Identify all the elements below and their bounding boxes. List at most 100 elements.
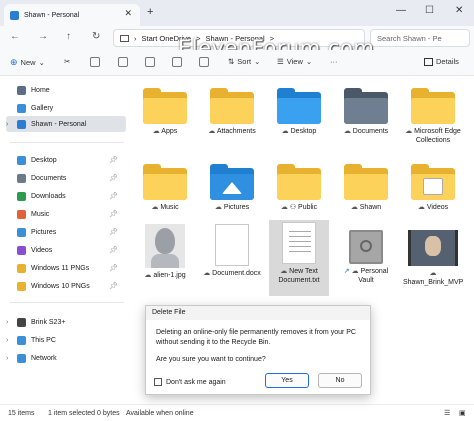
folder-apps[interactable]: ☁ Apps bbox=[135, 84, 195, 136]
sidebar-item-desktop[interactable]: Desktop 📌︎ bbox=[6, 152, 126, 168]
new-tab-button[interactable]: + bbox=[147, 6, 153, 18]
refresh-icon[interactable]: ↻ bbox=[92, 31, 100, 42]
checkbox-box[interactable] bbox=[154, 378, 162, 386]
item-label: Music bbox=[160, 204, 179, 211]
view-label: View bbox=[286, 57, 303, 66]
file-document-docx[interactable]: ☁ Document.docx bbox=[202, 222, 262, 278]
sidebar-item-network[interactable]: › Network bbox=[6, 350, 126, 366]
desktop-folder-icon bbox=[277, 88, 321, 124]
paste-icon[interactable] bbox=[118, 57, 128, 67]
cloud-icon: ☁ bbox=[350, 204, 358, 211]
sidebar-item-label: This PC bbox=[31, 336, 56, 344]
maximize-button[interactable]: ☐ bbox=[425, 5, 434, 16]
sidebar-item-this-pc[interactable]: › This PC bbox=[6, 332, 126, 348]
sidebar-item-gallery[interactable]: Gallery bbox=[6, 100, 126, 116]
document-icon bbox=[215, 224, 249, 266]
folder-documents[interactable]: ☁ Documents bbox=[336, 84, 396, 136]
new-button[interactable]: ⊕ New ⌄ bbox=[10, 57, 45, 68]
sort-label: Sort bbox=[237, 57, 252, 66]
cloud-icon: ☁ bbox=[343, 128, 351, 135]
folder-shawn[interactable]: ☁ Shawn bbox=[336, 160, 396, 212]
folder-icon bbox=[143, 164, 187, 200]
file-shawn-brink-mvp[interactable]: ☁ Shawn_Brink_MVP bbox=[403, 222, 463, 287]
pin-icon: 📌︎ bbox=[109, 211, 118, 218]
cloud-icon: ☁ bbox=[429, 270, 437, 277]
video-thumbnail bbox=[408, 230, 458, 266]
sidebar-item-home[interactable]: Home bbox=[6, 82, 126, 98]
sort-button[interactable]: ⇅ Sort ⌄ bbox=[228, 57, 260, 66]
rename-icon[interactable] bbox=[145, 57, 155, 67]
copy-icon[interactable] bbox=[90, 57, 100, 67]
view-icon: ☰ bbox=[277, 57, 284, 66]
documents-folder-icon bbox=[344, 88, 388, 124]
folder-attachments[interactable]: ☁ Attachments bbox=[202, 84, 262, 136]
videos-folder-icon bbox=[411, 164, 455, 200]
personal-vault[interactable]: ↗ ☁ Personal Vault bbox=[336, 222, 396, 285]
folder-music[interactable]: ☁ Music bbox=[135, 160, 195, 212]
yes-button[interactable]: Yes bbox=[265, 373, 309, 388]
search-input[interactable]: Search Shawn - Pe bbox=[370, 29, 470, 47]
item-label: Attachments bbox=[216, 128, 256, 135]
item-label: Shawn bbox=[359, 204, 382, 211]
sidebar-item-videos[interactable]: Videos 📌︎ bbox=[6, 242, 126, 258]
back-arrow-icon[interactable]: ← bbox=[10, 31, 20, 42]
sidebar-item-documents[interactable]: Documents 📌︎ bbox=[6, 170, 126, 186]
chevron-down-icon: ⌄ bbox=[254, 57, 261, 66]
downloads-icon bbox=[17, 191, 26, 201]
folder-pictures[interactable]: ☁ Pictures bbox=[202, 160, 262, 212]
sidebar-item-brink-s23[interactable]: › Brink S23+ bbox=[6, 314, 126, 330]
sidebar-item-shawn-personal[interactable]: › Shawn - Personal bbox=[6, 116, 126, 132]
sidebar-item-music[interactable]: Music 📌︎ bbox=[6, 206, 126, 222]
close-button[interactable]: ✕ bbox=[455, 5, 463, 16]
up-arrow-icon[interactable]: ↑ bbox=[66, 31, 71, 42]
network-icon bbox=[17, 353, 26, 363]
no-button[interactable]: No bbox=[318, 373, 362, 388]
details-button[interactable]: Details bbox=[424, 57, 459, 66]
details-view-icon[interactable]: ☰ bbox=[444, 409, 450, 417]
chevron-right-icon[interactable]: › bbox=[6, 121, 14, 128]
chevron-right-icon[interactable]: › bbox=[6, 337, 14, 344]
tab-close-icon[interactable]: ✕ bbox=[124, 8, 132, 19]
cloud-icon: ☁ bbox=[208, 128, 216, 135]
more-options-button[interactable]: ··· bbox=[330, 57, 338, 66]
sidebar-item-label: Gallery bbox=[31, 104, 54, 112]
dont-ask-checkbox[interactable]: Don't ask me again bbox=[154, 378, 226, 386]
folder-videos[interactable]: ☁ Videos bbox=[403, 160, 463, 212]
sidebar-item-pictures[interactable]: Pictures 📌︎ bbox=[6, 224, 126, 240]
sidebar-item-windows-10-pngs[interactable]: Windows 10 PNGs 📌︎ bbox=[6, 278, 126, 294]
folder-icon bbox=[143, 88, 187, 124]
folder-desktop[interactable]: ☁ Desktop bbox=[269, 84, 329, 136]
item-label: Videos bbox=[426, 204, 449, 211]
item-label: Apps bbox=[161, 128, 178, 135]
file-new-text-document-txt[interactable]: ☁ New Text Document.txt bbox=[269, 220, 329, 296]
forward-arrow-icon[interactable]: → bbox=[38, 31, 48, 42]
status-bar: 15 items 1 item selected 0 bytes Availab… bbox=[0, 404, 474, 421]
cloud-icon: ☁ bbox=[203, 270, 211, 277]
sidebar-item-downloads[interactable]: Downloads 📌︎ bbox=[6, 188, 126, 204]
sidebar-item-label: Pictures bbox=[31, 228, 57, 236]
cloud-icon: ☁ bbox=[214, 204, 222, 211]
sidebar-item-label: Videos bbox=[31, 246, 53, 254]
tab-shawn-personal[interactable]: Shawn - Personal ✕ bbox=[4, 4, 140, 26]
cloud-icon: ☁ bbox=[405, 128, 413, 135]
item-label: Documents bbox=[352, 128, 389, 135]
file-alien-1-jpg[interactable]: ☁ alien-1.jpg bbox=[135, 222, 195, 280]
pin-icon: 📌︎ bbox=[109, 229, 118, 236]
view-button[interactable]: ☰ View ⌄ bbox=[277, 57, 312, 66]
cut-icon[interactable]: ✂ bbox=[64, 57, 70, 66]
folder-public[interactable]: ☁ ⚇ Public bbox=[269, 160, 329, 212]
cloud-icon: ☁ bbox=[144, 272, 152, 279]
dialog-question: Are you sure you want to continue? bbox=[156, 356, 266, 363]
delete-icon[interactable] bbox=[199, 57, 209, 67]
chevron-right-icon[interactable]: › bbox=[6, 319, 14, 326]
sidebar-item-label: Windows 10 PNGs bbox=[31, 282, 90, 290]
cloud-icon: ☁ bbox=[280, 268, 288, 275]
tiles-view-icon[interactable]: ▣ bbox=[459, 409, 466, 417]
item-label: alien-1.jpg bbox=[153, 272, 186, 279]
sidebar-item-label: Desktop bbox=[31, 156, 57, 164]
share-icon[interactable] bbox=[172, 57, 182, 67]
minimize-button[interactable]: — bbox=[396, 5, 406, 16]
folder-microsoft-edge-collections[interactable]: ☁ Microsoft Edge Collections bbox=[403, 84, 463, 145]
sidebar-item-windows-11-pngs[interactable]: Windows 11 PNGs 📌︎ bbox=[6, 260, 126, 276]
chevron-right-icon[interactable]: › bbox=[6, 355, 14, 362]
